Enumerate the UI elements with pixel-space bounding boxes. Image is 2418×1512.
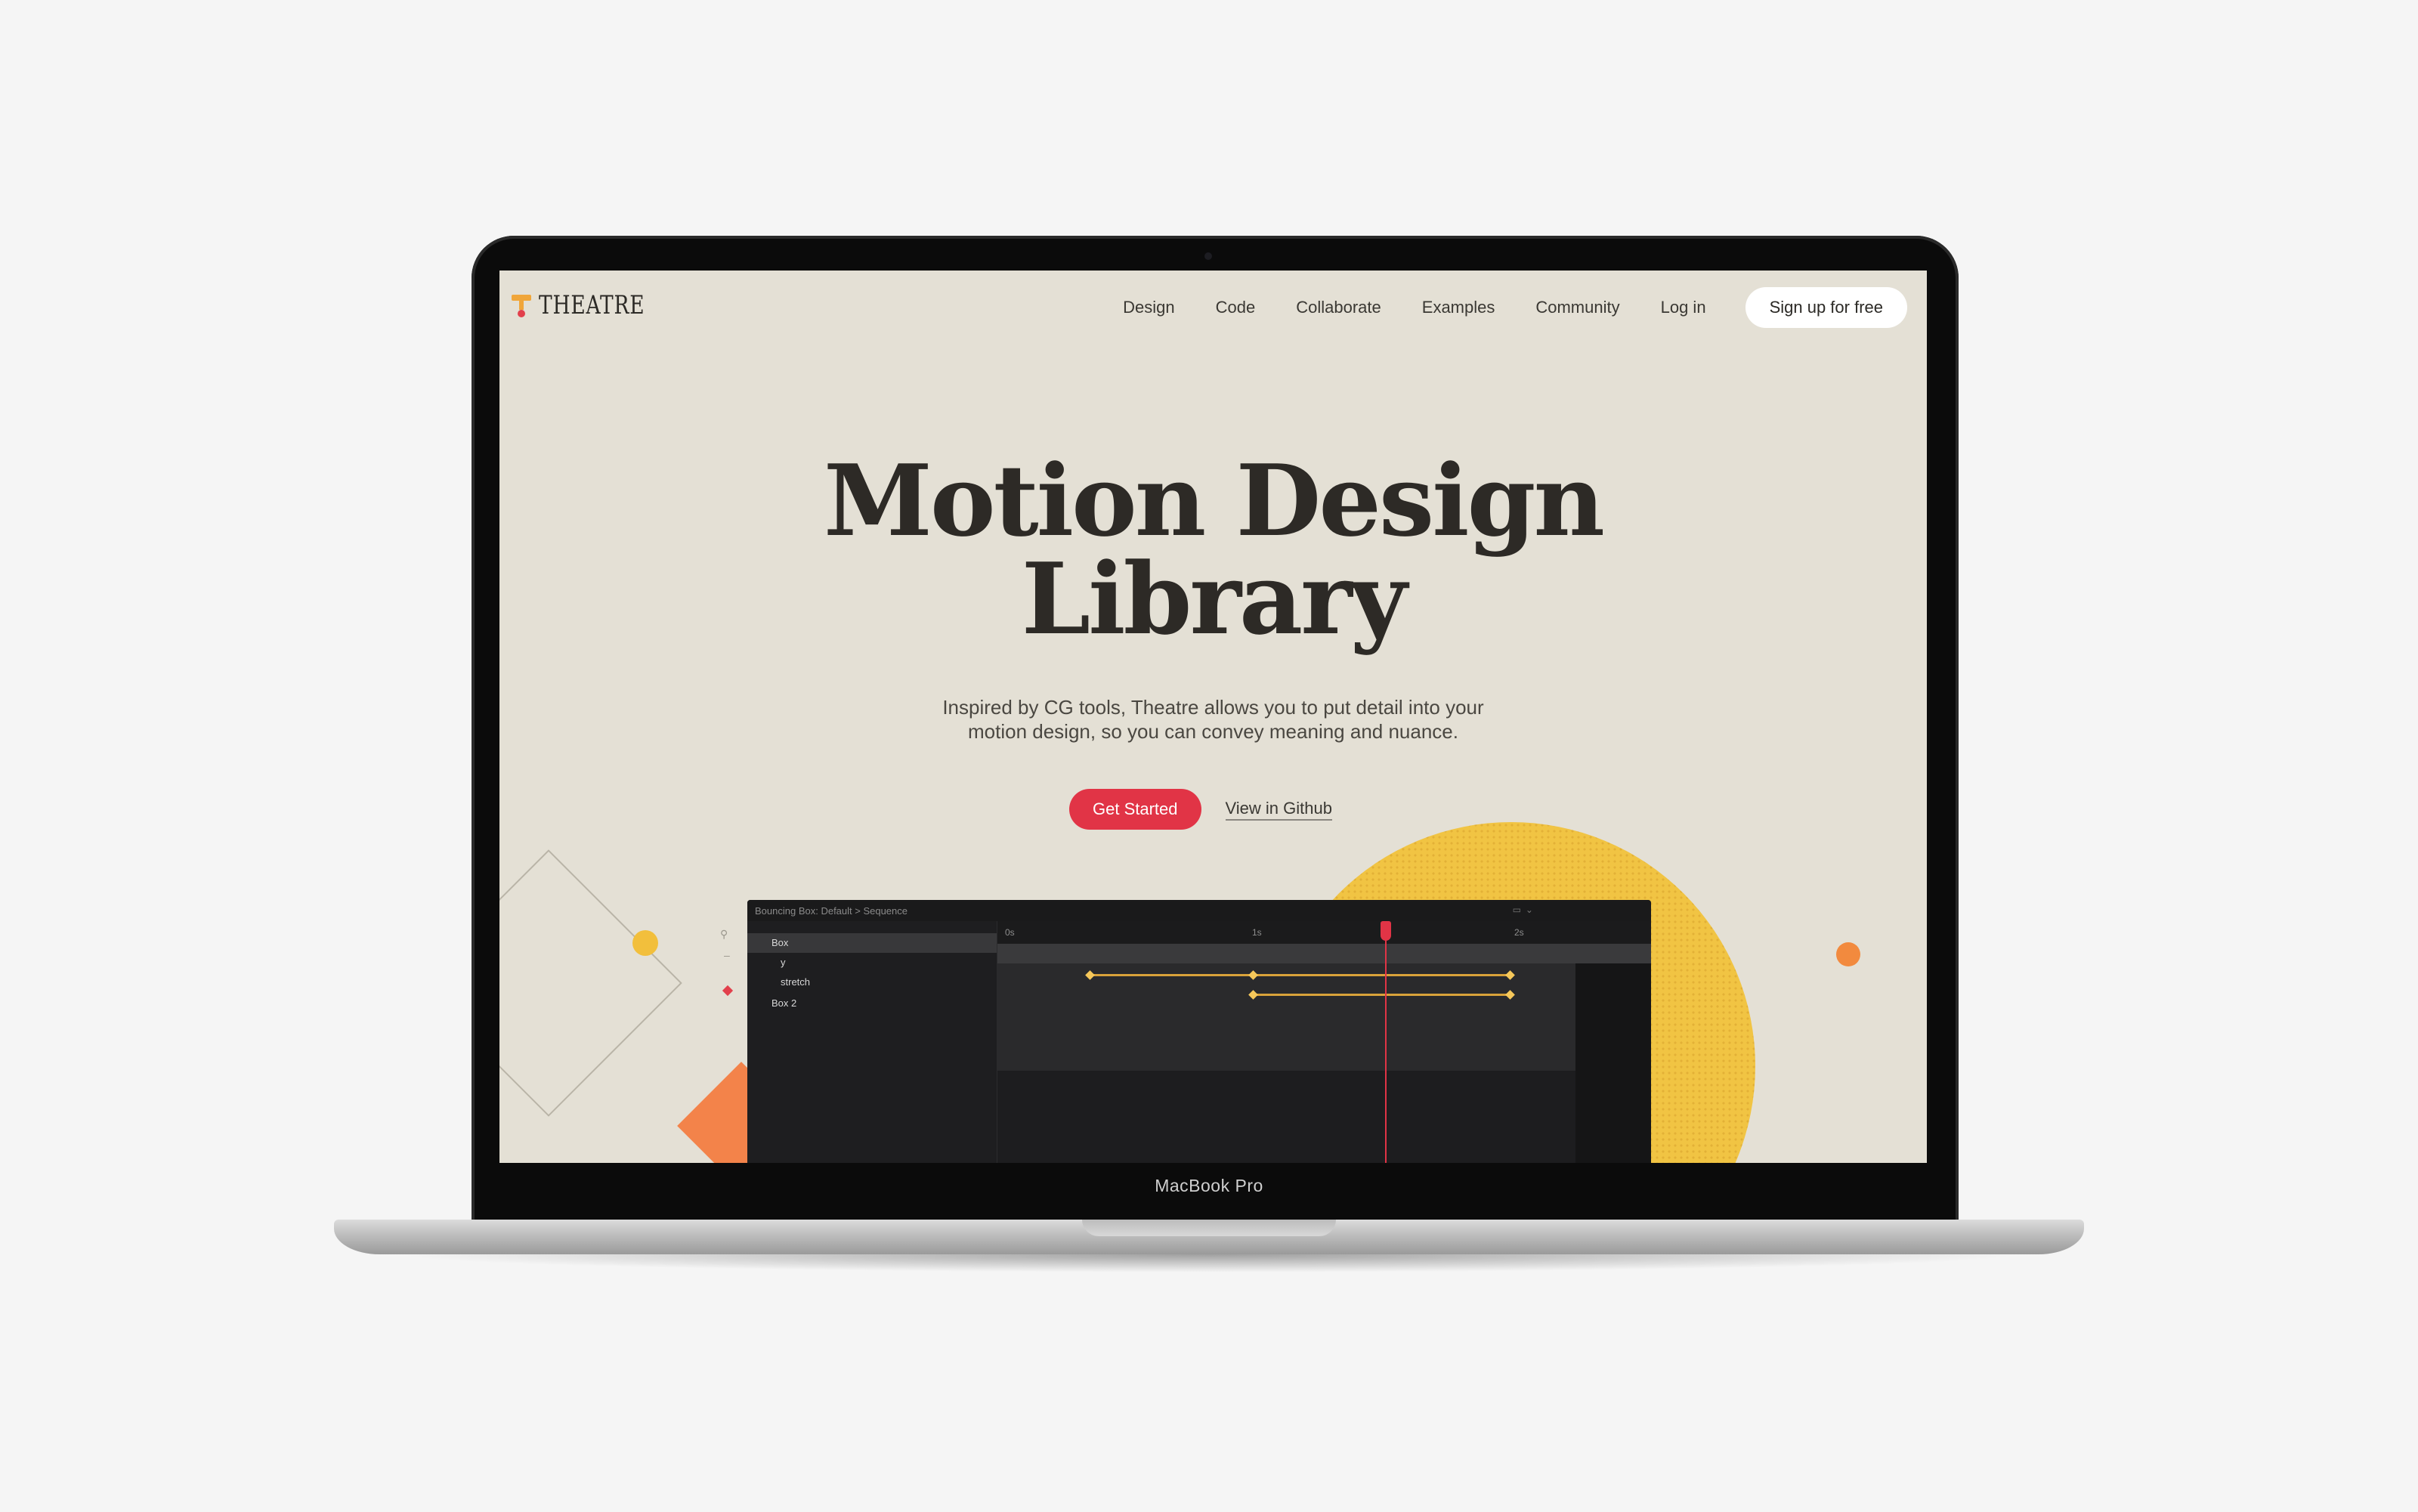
device-model-label: MacBook Pro [1155, 1176, 1263, 1195]
tree-row-box2[interactable]: Box 2 [747, 994, 997, 1013]
hero-cta-group: Get Started View in Github [1069, 789, 1332, 830]
editor-title: Bouncing Box: Default > Sequence [755, 905, 908, 917]
timeline-ruler[interactable]: 0s 1s 2s [997, 921, 1651, 944]
tree-label: y [781, 957, 786, 968]
tree-row-y[interactable]: y [747, 953, 997, 972]
keyframe-track-y [1090, 974, 1510, 976]
nav-design[interactable]: Design [1123, 288, 1174, 327]
logo-text: THEATRE [539, 290, 645, 320]
laptop-base-notch [1082, 1220, 1336, 1236]
collapse-icon[interactable]: – [724, 949, 730, 961]
hero-title-line2: Library [1021, 541, 1407, 657]
nav-examples[interactable]: Examples [1422, 288, 1495, 327]
get-started-button[interactable]: Get Started [1069, 789, 1201, 830]
editor-controls-icon[interactable]: ▭⌄ [1513, 904, 1538, 915]
sequence-editor: Bouncing Box: Default > Sequence ▭⌄ Box … [747, 900, 1651, 1163]
nav-login[interactable]: Log in [1661, 288, 1706, 327]
main-nav: Design Code Collaborate Examples Communi… [1082, 287, 1907, 328]
hero-title-line1: Motion Design [824, 443, 1605, 558]
tree-row-stretch[interactable]: stretch [747, 972, 997, 992]
nav-code[interactable]: Code [1216, 288, 1256, 327]
keyframe-marker-icon [722, 985, 734, 997]
hero-subtitle-line2: motion design, so you can convey meaning… [968, 720, 1458, 743]
playhead-line [1385, 921, 1387, 1163]
timeline-row-box [997, 944, 1651, 963]
tree-row-box[interactable]: Box [747, 933, 997, 953]
signup-button[interactable]: Sign up for free [1745, 287, 1907, 328]
orange-dot-decoration [1836, 942, 1860, 966]
tree-label: Box 2 [771, 997, 797, 1009]
camera-icon [1204, 252, 1212, 260]
search-icon[interactable]: ⚲ [720, 928, 731, 940]
logo-mark-icon [512, 293, 531, 317]
view-github-link[interactable]: View in Github [1225, 798, 1332, 821]
editor-titlebar: Bouncing Box: Default > Sequence ▭⌄ [747, 900, 1651, 921]
diamond-outline-decoration [499, 849, 682, 1117]
hero-title: Motion Design Library [499, 452, 1927, 648]
ruler-tick: 1s [1252, 927, 1262, 938]
screen: THEATRE Design Code Collaborate Examples… [499, 271, 1927, 1163]
ruler-tick: 0s [1005, 927, 1015, 938]
site-logo[interactable]: THEATRE [512, 290, 675, 320]
hero-subtitle: Inspired by CG tools, Theatre allows you… [900, 695, 1526, 744]
ruler-tick: 2s [1514, 927, 1524, 938]
hero-subtitle-line1: Inspired by CG tools, Theatre allows you… [942, 696, 1484, 719]
editor-tree: Box y stretch Box 2 [747, 921, 997, 1163]
tree-label: stretch [781, 976, 811, 988]
keyframe-track-stretch [1253, 994, 1510, 996]
laptop-shadow [393, 1254, 2025, 1272]
nav-collaborate[interactable]: Collaborate [1296, 288, 1381, 327]
tree-label: Box [771, 937, 789, 948]
playhead-handle[interactable] [1381, 921, 1391, 941]
yellow-dot-decoration [632, 930, 658, 956]
editor-right-panel [1575, 963, 1651, 1163]
nav-community[interactable]: Community [1535, 288, 1619, 327]
